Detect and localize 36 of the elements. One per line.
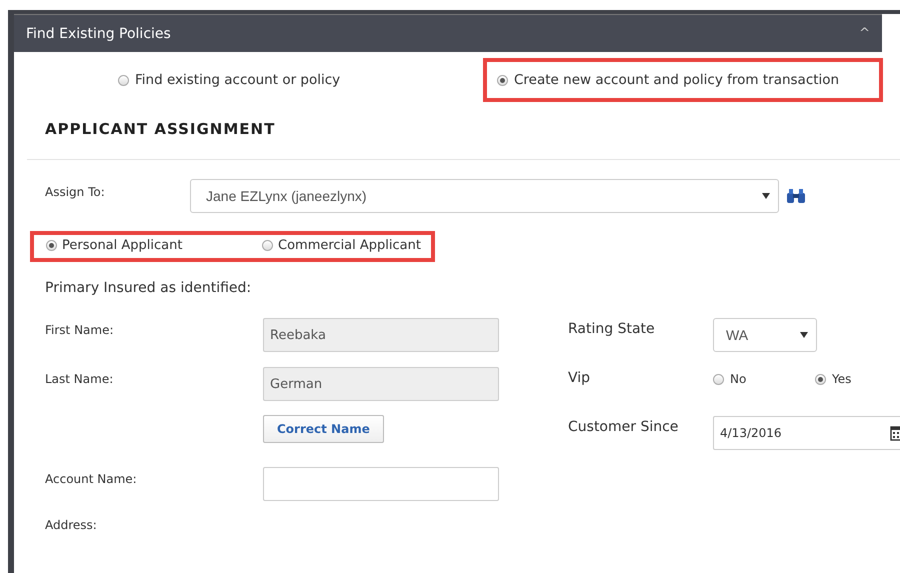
radio-button[interactable] — [118, 74, 129, 86]
radio-button[interactable] — [497, 74, 508, 86]
field-label: First Name: — [45, 322, 115, 337]
field-label: Last Name: — [45, 371, 114, 386]
vip-option[interactable]: No — [713, 367, 815, 386]
radio-button[interactable] — [815, 374, 826, 384]
option-label: No — [730, 372, 746, 386]
caret-icon — [762, 193, 770, 199]
radio-button[interactable] — [262, 240, 273, 251]
field-label: Address: — [45, 517, 98, 532]
option-label: Find existing account or policy — [135, 72, 340, 88]
assign-to-select[interactable]: Jane EZLynx (janeezlynx) — [190, 179, 779, 213]
field-label: Account Name: — [45, 471, 138, 486]
rating-state-select[interactable]: WA — [713, 318, 817, 352]
section-label: Primary Insured as identified: — [45, 280, 252, 296]
radio-button[interactable] — [713, 374, 724, 384]
section-title: APPLICANT ASSIGNMENT — [45, 120, 276, 138]
field-label: Rating State — [568, 320, 656, 337]
option-label: Create new account and policy from transaction — [514, 72, 840, 88]
collapse-icon[interactable]: ^ — [859, 26, 870, 41]
caret-icon — [800, 332, 808, 338]
account-name-field[interactable] — [263, 467, 499, 501]
vip-option[interactable]: Yes — [815, 367, 900, 386]
applicant-type-option[interactable]: Personal Applicant — [46, 238, 232, 253]
customer-since-field[interactable]: 4/13/2016 — [713, 416, 900, 450]
binoculars-icon[interactable] — [786, 188, 806, 204]
field-label: Vip — [568, 369, 592, 386]
field-label: Assign To: — [45, 184, 106, 199]
search-mode-option[interactable]: Create new account and policy from transaction — [483, 58, 884, 102]
search-mode-option[interactable]: Find existing account or policy — [118, 72, 483, 88]
option-label: Personal Applicant — [62, 238, 182, 253]
correct-name-button[interactable]: Correct Name — [263, 415, 384, 443]
radio-button[interactable] — [46, 240, 57, 251]
field-label: Customer Since — [568, 418, 680, 435]
panel-title: Find Existing Policies — [26, 26, 171, 42]
option-label: Yes — [832, 372, 852, 386]
